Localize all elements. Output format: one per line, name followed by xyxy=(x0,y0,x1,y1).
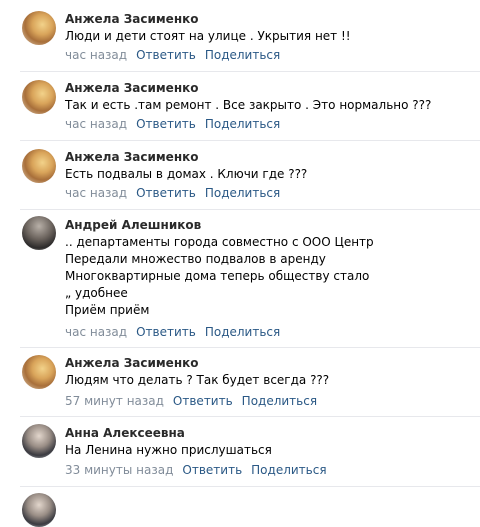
reply-button[interactable]: Ответить xyxy=(136,325,196,339)
comment-time[interactable]: час назад xyxy=(65,48,127,62)
comment-text: Людям что делать ? Так будет всегда ??? xyxy=(65,373,330,387)
avatar[interactable] xyxy=(22,149,56,183)
divider xyxy=(20,209,480,210)
avatar[interactable] xyxy=(22,80,56,114)
comment-text: Люди и дети стоят на улице . Укрытия нет… xyxy=(65,29,351,43)
divider xyxy=(20,486,480,487)
comment-meta: час назад Ответить Поделиться xyxy=(65,117,289,131)
comment-time[interactable]: 57 минут назад xyxy=(65,394,164,408)
reply-button[interactable]: Ответить xyxy=(136,48,196,62)
reply-button[interactable]: Ответить xyxy=(136,186,196,200)
comment-time[interactable]: час назад xyxy=(65,186,127,200)
comment-time[interactable]: 33 минуты назад xyxy=(65,463,173,477)
avatar[interactable] xyxy=(22,11,56,45)
share-button[interactable]: Поделиться xyxy=(205,186,280,200)
comment-time[interactable]: час назад xyxy=(65,325,127,339)
comment-text-line: Передали множество подвалов в аренду xyxy=(65,252,326,266)
avatar[interactable] xyxy=(22,216,56,250)
comment-text-line: „ удобнее xyxy=(65,286,128,300)
divider xyxy=(20,416,480,417)
avatar[interactable] xyxy=(22,355,56,389)
share-button[interactable]: Поделиться xyxy=(205,325,280,339)
divider xyxy=(20,347,480,348)
avatar[interactable] xyxy=(22,424,56,458)
comment-text: Есть подвалы в домах . Ключи где ??? xyxy=(65,167,308,181)
comment-text-line: Приём приём xyxy=(65,303,150,317)
comment-meta: час назад Ответить Поделиться xyxy=(65,186,289,200)
comment-author[interactable]: Анжела Засименко xyxy=(65,12,199,26)
comment-author[interactable]: Анжела Засименко xyxy=(65,356,199,370)
reply-button[interactable]: Ответить xyxy=(182,463,242,477)
share-button[interactable]: Поделиться xyxy=(205,48,280,62)
comment-meta: час назад Ответить Поделиться xyxy=(65,325,289,339)
divider xyxy=(20,71,480,72)
divider xyxy=(20,140,480,141)
comment-meta: час назад Ответить Поделиться xyxy=(65,48,289,62)
comment-meta: 33 минуты назад Ответить Поделиться xyxy=(65,463,336,477)
reply-button[interactable]: Ответить xyxy=(136,117,196,131)
reply-button[interactable]: Ответить xyxy=(173,394,233,408)
comment-author[interactable]: Анна Алексеевна xyxy=(65,426,185,440)
comment-author[interactable]: Анжела Засименко xyxy=(65,150,199,164)
comment-text: На Ленина нужно прислушаться xyxy=(65,443,272,457)
comment-text-line: Многоквартирные дома теперь обществу ста… xyxy=(65,269,370,283)
avatar[interactable] xyxy=(22,493,56,527)
share-button[interactable]: Поделиться xyxy=(251,463,326,477)
comment-author[interactable]: Андрей Алешников xyxy=(65,218,201,232)
comment-time[interactable]: час назад xyxy=(65,117,127,131)
comment-text-line: .. департаменты города совместно с ООО Ц… xyxy=(65,235,374,249)
comment-text: Так и есть .там ремонт . Все закрыто . Э… xyxy=(65,98,432,112)
share-button[interactable]: Поделиться xyxy=(205,117,280,131)
share-button[interactable]: Поделиться xyxy=(242,394,317,408)
comment-author[interactable]: Анжела Засименко xyxy=(65,81,199,95)
comment-meta: 57 минут назад Ответить Поделиться xyxy=(65,394,326,408)
